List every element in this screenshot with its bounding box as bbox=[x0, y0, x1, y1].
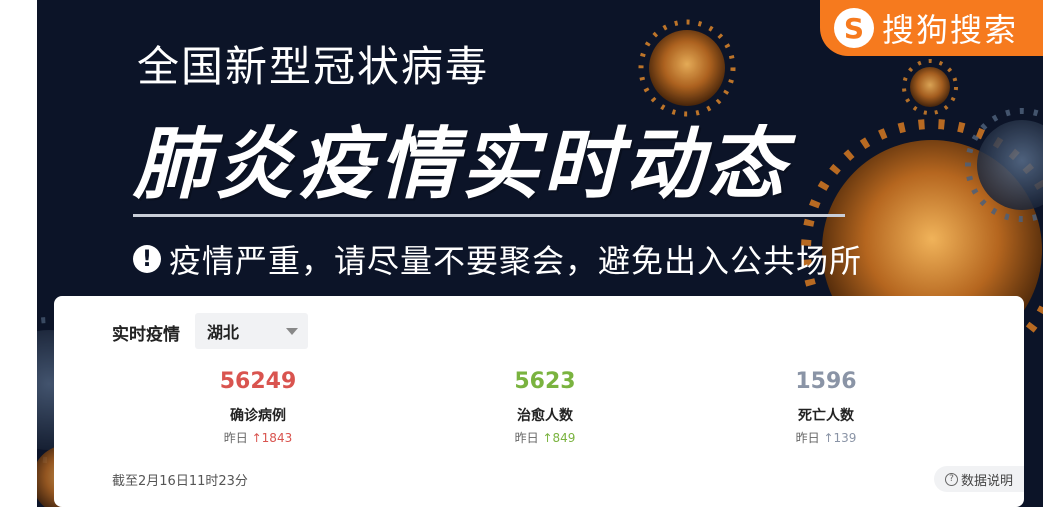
stat-label: 确诊病例 bbox=[230, 408, 286, 424]
stat-yesterday: 昨日 ↑139 bbox=[726, 429, 926, 446]
stat-value: 5623 bbox=[514, 369, 576, 394]
stat-value: 56249 bbox=[219, 369, 297, 394]
headline-line2: 肺炎疫情实时动态 bbox=[133, 120, 790, 210]
stat-deaths: 1596 死亡人数 昨日 ↑139 bbox=[726, 368, 926, 446]
region-select[interactable]: 湖北 bbox=[195, 313, 308, 349]
stat-yesterday: 昨日 ↑849 bbox=[445, 429, 645, 446]
stat-label: 治愈人数 bbox=[517, 408, 573, 424]
yesterday-label: 昨日 bbox=[795, 431, 820, 445]
stat-value: 1596 bbox=[795, 369, 857, 394]
headline-line1: 全国新型冠状病毒 bbox=[137, 42, 490, 91]
sogou-logo[interactable]: S 搜狗搜索 bbox=[820, 0, 1043, 56]
stat-delta: 139 bbox=[833, 431, 857, 445]
sogou-logo-icon: S bbox=[834, 8, 874, 48]
sogou-logo-text: 搜狗搜索 bbox=[882, 11, 1019, 49]
stat-delta: 1843 bbox=[261, 431, 293, 445]
card-title: 实时疫情 bbox=[112, 325, 180, 345]
notice-text: 疫情严重，请尽量不要聚会，避免出入公共场所 bbox=[169, 242, 863, 280]
notice: ! 疫情严重，请尽量不要聚会，避免出入公共场所 bbox=[133, 236, 862, 282]
realtime-stats-card: 实时疫情 湖北 56249 确诊病例 昨日 ↑1843 5623 治愈人数 昨日… bbox=[54, 296, 1024, 507]
stat-label: 死亡人数 bbox=[798, 408, 854, 424]
stat-recovered: 5623 治愈人数 昨日 ↑849 bbox=[445, 368, 645, 446]
headline-divider bbox=[133, 214, 845, 217]
up-arrow-icon: ↑ bbox=[251, 431, 262, 445]
region-select-value: 湖北 bbox=[207, 323, 240, 342]
data-description-label: 数据说明 bbox=[960, 473, 1013, 489]
up-arrow-icon: ↑ bbox=[823, 431, 834, 445]
update-timestamp: 截至2月16日11时23分 bbox=[112, 474, 248, 489]
caret-down-icon bbox=[286, 328, 298, 335]
yesterday-label: 昨日 bbox=[223, 431, 248, 445]
up-arrow-icon: ↑ bbox=[542, 431, 553, 445]
stat-delta: 849 bbox=[552, 431, 576, 445]
virus-particle bbox=[638, 19, 736, 117]
stat-confirmed: 56249 确诊病例 昨日 ↑1843 bbox=[158, 368, 358, 446]
stat-yesterday: 昨日 ↑1843 bbox=[158, 429, 358, 446]
yesterday-label: 昨日 bbox=[514, 431, 539, 445]
exclamation-icon: ! bbox=[133, 245, 161, 273]
data-description-button[interactable]: ? 数据说明 bbox=[934, 466, 1024, 492]
question-icon: ? bbox=[944, 472, 958, 486]
virus-particle bbox=[902, 59, 958, 115]
